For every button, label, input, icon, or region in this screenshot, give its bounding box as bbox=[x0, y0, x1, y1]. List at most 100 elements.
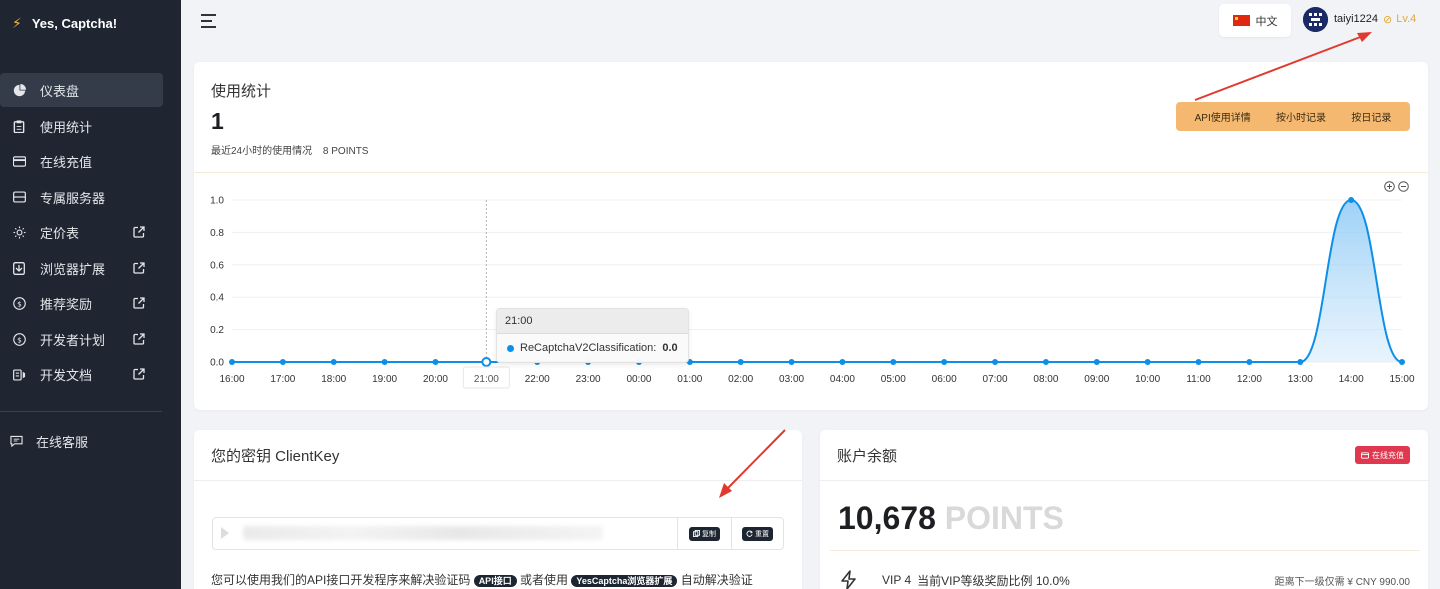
level-badge: Lv.4 bbox=[1396, 13, 1417, 25]
reset-pill: 重置 bbox=[742, 526, 773, 541]
pie-chart-icon bbox=[12, 83, 26, 97]
y-tick-label: 0.2 bbox=[210, 325, 224, 336]
desc-text: 自动解决验证 bbox=[680, 573, 753, 587]
credit-card-icon bbox=[12, 155, 26, 169]
recharge-label: 在线充值 bbox=[1372, 450, 1404, 460]
external-link-icon bbox=[133, 333, 146, 346]
data-point bbox=[381, 359, 388, 365]
x-tick-label: 21:00 bbox=[474, 374, 499, 385]
x-tick-label: 00:00 bbox=[626, 374, 651, 385]
sidebar-item-dashboard[interactable]: 仪表盘 bbox=[0, 73, 163, 107]
x-tick-label: 16:00 bbox=[219, 374, 244, 385]
data-point bbox=[839, 359, 846, 365]
sidebar-item-support[interactable]: 在线客服 bbox=[10, 432, 88, 451]
x-tick-label: 01:00 bbox=[677, 374, 702, 385]
sidebar-item-referral[interactable]: $ 推荐奖励 bbox=[0, 286, 181, 322]
api-tag[interactable]: API接口 bbox=[473, 575, 517, 587]
x-tick-label: 08:00 bbox=[1033, 374, 1058, 385]
extension-tag[interactable]: YesCaptcha浏览器扩展 bbox=[571, 575, 678, 587]
vip-next-level: 距离下一级仅需 ¥ CNY 990.00 bbox=[1274, 576, 1410, 588]
stats-button-group: API使用详情 按小时记录 按日记录 bbox=[1176, 102, 1410, 131]
api-details-button[interactable]: API使用详情 bbox=[1195, 109, 1251, 124]
data-point bbox=[279, 359, 286, 365]
reset-label: 重置 bbox=[755, 530, 769, 538]
user-menu[interactable]: taiyi1224 ⊘ Lv.4 bbox=[1303, 6, 1416, 32]
x-tick-label: 04:00 bbox=[830, 374, 855, 385]
sidebar-item-label: 在线充值 bbox=[40, 155, 93, 171]
bolt-icon: ⚡ bbox=[12, 14, 22, 31]
copy-pill: 复制 bbox=[689, 526, 720, 541]
tooltip-body: ReCaptchaV2Classification: 0.0 bbox=[497, 334, 688, 362]
sidebar-item-pricing[interactable]: 定价表 bbox=[0, 215, 181, 251]
usage-chart: 0.0 0.2 0.4 0.6 0.8 1.0 16:00 17:00 18:00 19:00 20… bbox=[194, 173, 1428, 410]
data-point bbox=[1297, 359, 1304, 365]
clientkey-value-masked bbox=[243, 526, 603, 540]
sidebar-item-recharge[interactable]: 在线充值 bbox=[0, 144, 181, 180]
desc-text: 或者使用 bbox=[520, 573, 569, 587]
clientkey-field[interactable]: 复制 重置 bbox=[212, 517, 784, 550]
series-area bbox=[232, 200, 1402, 362]
chart-tooltip: 21:00 ReCaptchaV2Classification: 0.0 bbox=[496, 308, 689, 363]
divider bbox=[820, 480, 1428, 481]
sidebar-item-extension[interactable]: 浏览器扩展 bbox=[0, 251, 181, 287]
dollar-icon: $ bbox=[12, 297, 26, 311]
y-tick-label: 0.6 bbox=[210, 260, 224, 271]
save-icon bbox=[12, 261, 26, 275]
sidebar-nav: 仪表盘 使用统计 在线充值 专属服务器 定价表 浏览器扩展 $ 推荐奖励 $ 开… bbox=[0, 73, 181, 393]
clientkey-description: 您可以使用我们的API接口开发程序来解决验证码 API接口 或者使用 YesCa… bbox=[211, 571, 753, 588]
copy-label: 复制 bbox=[702, 530, 716, 538]
usage-points: 8 POINTS bbox=[322, 146, 369, 157]
y-tick-label: 0.4 bbox=[210, 293, 224, 304]
data-point bbox=[229, 359, 235, 365]
usage-desc-text: 最近24小时的使用情况 bbox=[211, 146, 313, 157]
reset-button[interactable]: 重置 bbox=[731, 518, 783, 549]
sidebar-item-usage[interactable]: 使用统计 bbox=[0, 109, 181, 145]
lightning-icon bbox=[840, 570, 860, 589]
sidebar-item-label: 开发者计划 bbox=[40, 332, 106, 348]
usage-chart-svg: 0.0 0.2 0.4 0.6 0.8 1.0 16:00 17:00 18:00 19:00 20… bbox=[210, 196, 1415, 389]
x-tick-label: 05:00 bbox=[881, 374, 906, 385]
username: taiyi1224 bbox=[1334, 13, 1379, 25]
language-button[interactable]: 中文 bbox=[1219, 4, 1291, 37]
tooltip-title: 21:00 bbox=[497, 309, 688, 334]
language-label: 中文 bbox=[1255, 15, 1278, 28]
menu-toggle-icon[interactable] bbox=[200, 13, 218, 29]
external-link-icon bbox=[133, 226, 146, 239]
divider bbox=[830, 550, 1420, 551]
china-flag-icon bbox=[1232, 15, 1250, 26]
sidebar-item-label: 浏览器扩展 bbox=[40, 261, 106, 277]
series-color-dot bbox=[507, 344, 514, 352]
sidebar-item-label: 定价表 bbox=[40, 226, 80, 242]
series-line bbox=[231, 198, 1403, 363]
x-tick-label: 09:00 bbox=[1084, 374, 1109, 385]
data-point bbox=[1144, 359, 1151, 365]
desc-text: 您可以使用我们的API接口开发程序来解决验证码 bbox=[211, 573, 471, 587]
balance-card: 账户余额 在线充值 10,678 POINTS VIP 4 当前VIP等级奖励比… bbox=[820, 430, 1428, 589]
svg-text:$: $ bbox=[17, 335, 22, 344]
dollar-icon: $ bbox=[12, 332, 26, 346]
hourly-records-button[interactable]: 按小时记录 bbox=[1276, 109, 1326, 124]
balance-unit: POINTS bbox=[944, 500, 1064, 536]
sidebar-item-server[interactable]: 专属服务器 bbox=[0, 180, 181, 216]
x-tick-label: 11:00 bbox=[1186, 374, 1211, 385]
sidebar-item-label: 推荐奖励 bbox=[40, 297, 93, 313]
balance-value: 10,678 bbox=[838, 500, 936, 536]
data-point bbox=[330, 359, 337, 365]
daily-records-button[interactable]: 按日记录 bbox=[1351, 109, 1391, 124]
brand[interactable]: ⚡ Yes, Captcha! bbox=[0, 0, 181, 46]
copy-button[interactable]: 复制 bbox=[677, 518, 731, 549]
x-tick-label: 07:00 bbox=[983, 374, 1008, 385]
x-tick-label: 03:00 bbox=[779, 374, 804, 385]
vip-row: VIP 4 当前VIP等级奖励比例 10.0% 距离下一级仅需 ¥ CNY 99… bbox=[840, 570, 1410, 589]
refresh-icon bbox=[746, 530, 753, 537]
sun-icon bbox=[12, 226, 26, 240]
recharge-button[interactable]: 在线充值 bbox=[1355, 446, 1410, 464]
sidebar-item-docs[interactable]: 开发文档 bbox=[0, 357, 181, 393]
sidebar-item-developer[interactable]: $ 开发者计划 bbox=[0, 322, 181, 358]
x-tick-label: 02:00 bbox=[728, 374, 753, 385]
external-link-icon bbox=[133, 297, 146, 310]
data-point bbox=[1246, 359, 1253, 365]
data-point bbox=[1399, 359, 1405, 365]
svg-text:$: $ bbox=[17, 300, 22, 309]
sidebar-item-label: 专属服务器 bbox=[40, 190, 106, 206]
